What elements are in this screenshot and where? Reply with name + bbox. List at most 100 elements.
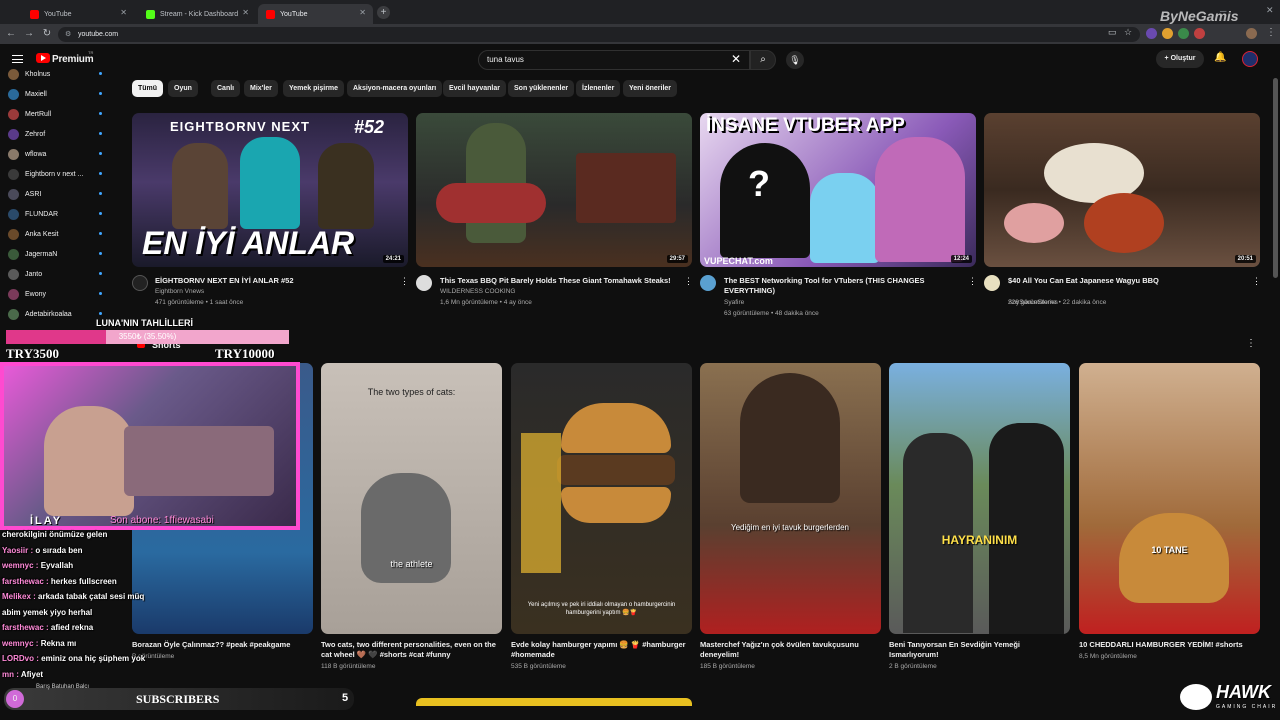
window-close-icon[interactable]: ✕ [1266,5,1274,16]
reload-icon[interactable]: ↻ [40,28,54,39]
browser-tab-1[interactable]: YouTube ✕ [22,4,134,24]
channel-avatar[interactable] [700,275,716,291]
channel-name[interactable]: Syafire [724,298,744,308]
sidebar-subscription-item[interactable]: JagermaN [8,246,104,262]
short-thumbnail[interactable]: Yeni açılmış ve pek iri iddialı olmayan … [511,363,692,634]
forward-icon[interactable]: → [22,28,36,39]
short-thumbnail[interactable]: The two types of cats: the athlete [321,363,502,634]
chip-all[interactable]: Tümü [132,80,164,97]
channel-avatar[interactable] [132,275,148,291]
extension-icon[interactable] [1162,28,1173,39]
search-input[interactable]: tuna tavus [478,50,750,70]
browser-tab-3-active[interactable]: YouTube ✕ [258,4,373,24]
sidebar-subscription-item[interactable]: MertRull [8,106,104,122]
create-button[interactable]: + Oluştur [1156,50,1204,68]
more-actions-icon[interactable]: ⋮ [684,276,693,287]
new-tab-button[interactable]: + [377,6,390,19]
short-thumbnail[interactable]: Yediğim en iyi tavuk burgerlerden [700,363,881,634]
short-title[interactable]: 10 CHEDDARLI HAMBURGER YEDİM! #shorts [1079,640,1257,650]
video-thumbnail[interactable]: 29:57 [416,113,692,267]
brand-label[interactable]: Premium [52,54,94,65]
channel-avatar [8,308,19,320]
page-scrollbar[interactable] [1273,78,1278,278]
shorts-more-icon[interactable]: ⋮ [1246,338,1256,349]
close-icon[interactable]: ✕ [359,8,366,17]
cast-icon[interactable]: ▭ [1108,27,1117,38]
video-thumbnail[interactable]: EIGHTBORNV NEXT #52 EN İYİ ANLAR 24:21 [132,113,408,267]
extension-icon[interactable] [1194,28,1205,39]
channel-name[interactable]: WILDERNESS COOKING [440,287,515,297]
close-icon[interactable]: ✕ [242,8,249,17]
short-title[interactable]: Beni Tanıyorsan En Sevdiğin Yemeği Ismar… [889,640,1067,660]
thumbnail-text: #52 [354,117,385,137]
chip-filter[interactable]: Evcil hayvanlar [443,80,506,97]
voice-search-button[interactable]: 🎙 [786,51,804,69]
video-title[interactable]: This Texas BBQ Pit Barely Holds These Gi… [440,276,690,286]
notifications-bell-icon[interactable]: 🔔 [1214,52,1226,63]
url-field[interactable]: ⚙ youtube.com [58,27,1140,42]
more-actions-icon[interactable]: ⋮ [400,276,409,287]
video-thumbnail[interactable]: İNSANE VTUBER APP ? VUPECHAT.com 12:24 [700,113,976,267]
sidebar-subscription-item[interactable]: Zehrof [8,126,104,142]
chip-filter[interactable]: Canlı [211,80,241,97]
goal-progress-text: 3550₺ (35.50%) [118,332,177,341]
video-title[interactable]: $40 All You Can Eat Japanese Wagyu BBQ [1008,276,1258,286]
profile-avatar[interactable] [1246,28,1257,39]
sidebar-subscription-item[interactable]: Eightborn v next ... [8,166,104,182]
channel-avatar[interactable] [984,275,1000,291]
site-info-icon[interactable]: ⚙ [65,27,71,42]
sidebar-subscription-item[interactable]: Maxiell [8,86,104,102]
window-minimize-icon[interactable]: ─ [1220,6,1226,16]
browser-menu-icon[interactable]: ⋮ [1266,27,1276,38]
account-avatar[interactable] [1242,51,1258,67]
short-thumbnail[interactable]: HAYRANINIM [889,363,1070,634]
channel-avatar[interactable] [416,275,432,291]
extension-icon[interactable] [1178,28,1189,39]
new-content-dot [99,112,102,115]
video-title[interactable]: The BEST Networking Tool for VTubers (TH… [724,276,974,296]
more-actions-icon[interactable]: ⋮ [1252,276,1261,287]
sidebar-subscription-item[interactable]: Ewony [8,286,104,302]
short-title[interactable]: Two cats, two different personalities, e… [321,640,499,660]
sidebar-subscription-item[interactable]: Kholnus [8,66,104,82]
sidebar-subscription-item[interactable]: Anka Kesit [8,226,104,242]
channel-name[interactable]: Eightborn Vnews [155,287,204,297]
short-caption: the athlete [390,559,433,569]
short-title[interactable]: Masterchef Yağız'ın çok övülen tavukçusu… [700,640,878,660]
chat-text: herkes fullscreen [50,576,117,586]
sidebar-subscription-item[interactable]: Janto [8,266,104,282]
short-views: 2 B görüntüleme [889,663,937,670]
search-button[interactable]: ⌕ [750,50,776,70]
close-icon[interactable]: ✕ [120,8,127,17]
menu-icon[interactable] [12,55,23,63]
channel-avatar [8,288,19,300]
sidebar-subscription-item[interactable]: Adetabirkoalaa [8,306,104,322]
chip-filter[interactable]: Aksiyon-macera oyunları [347,80,443,97]
video-title[interactable]: EİGHTBORNV NEXT EN İYİ ANLAR #52 [155,276,405,286]
sidebar-subscription-item[interactable]: wflowa [8,146,104,162]
more-actions-icon[interactable]: ⋮ [968,276,977,287]
channel-avatar [8,248,19,260]
youtube-logo-icon[interactable] [36,53,50,63]
next-row-thumbnail[interactable] [416,698,692,706]
chip-filter[interactable]: Yemek pişirme [283,80,345,97]
subscription-label: FLUNDAR [25,210,59,218]
short-title[interactable]: Evde kolay hamburger yapımı 🍔 🍟 #hamburg… [511,640,689,660]
short-thumbnail[interactable]: 10 TANE [1079,363,1260,634]
sidebar-subscription-item[interactable]: ASRI [8,186,104,202]
short-title[interactable]: Borazan Öyle Çalınmaz?? #peak #peakgame [132,640,310,650]
chip-filter[interactable]: Oyun [168,80,198,97]
video-thumbnail[interactable]: 20:51 [984,113,1260,267]
fries [521,433,561,573]
chip-filter[interactable]: Son yüklenenler [508,80,575,97]
sidebar-subscription-item[interactable]: FLUNDAR [8,206,104,222]
chip-filter[interactable]: İzlenenler [576,80,621,97]
channel-avatar [8,268,19,280]
chip-filter[interactable]: Mix'ler [244,80,278,97]
back-icon[interactable]: ← [4,28,18,39]
extension-icon[interactable] [1146,28,1157,39]
bookmark-star-icon[interactable]: ☆ [1124,27,1132,38]
browser-tab-2[interactable]: Stream - Kick Dashboard ✕ [138,4,256,24]
clear-search-icon[interactable]: ✕ [731,52,741,66]
chip-filter[interactable]: Yeni öneriler [623,80,678,97]
